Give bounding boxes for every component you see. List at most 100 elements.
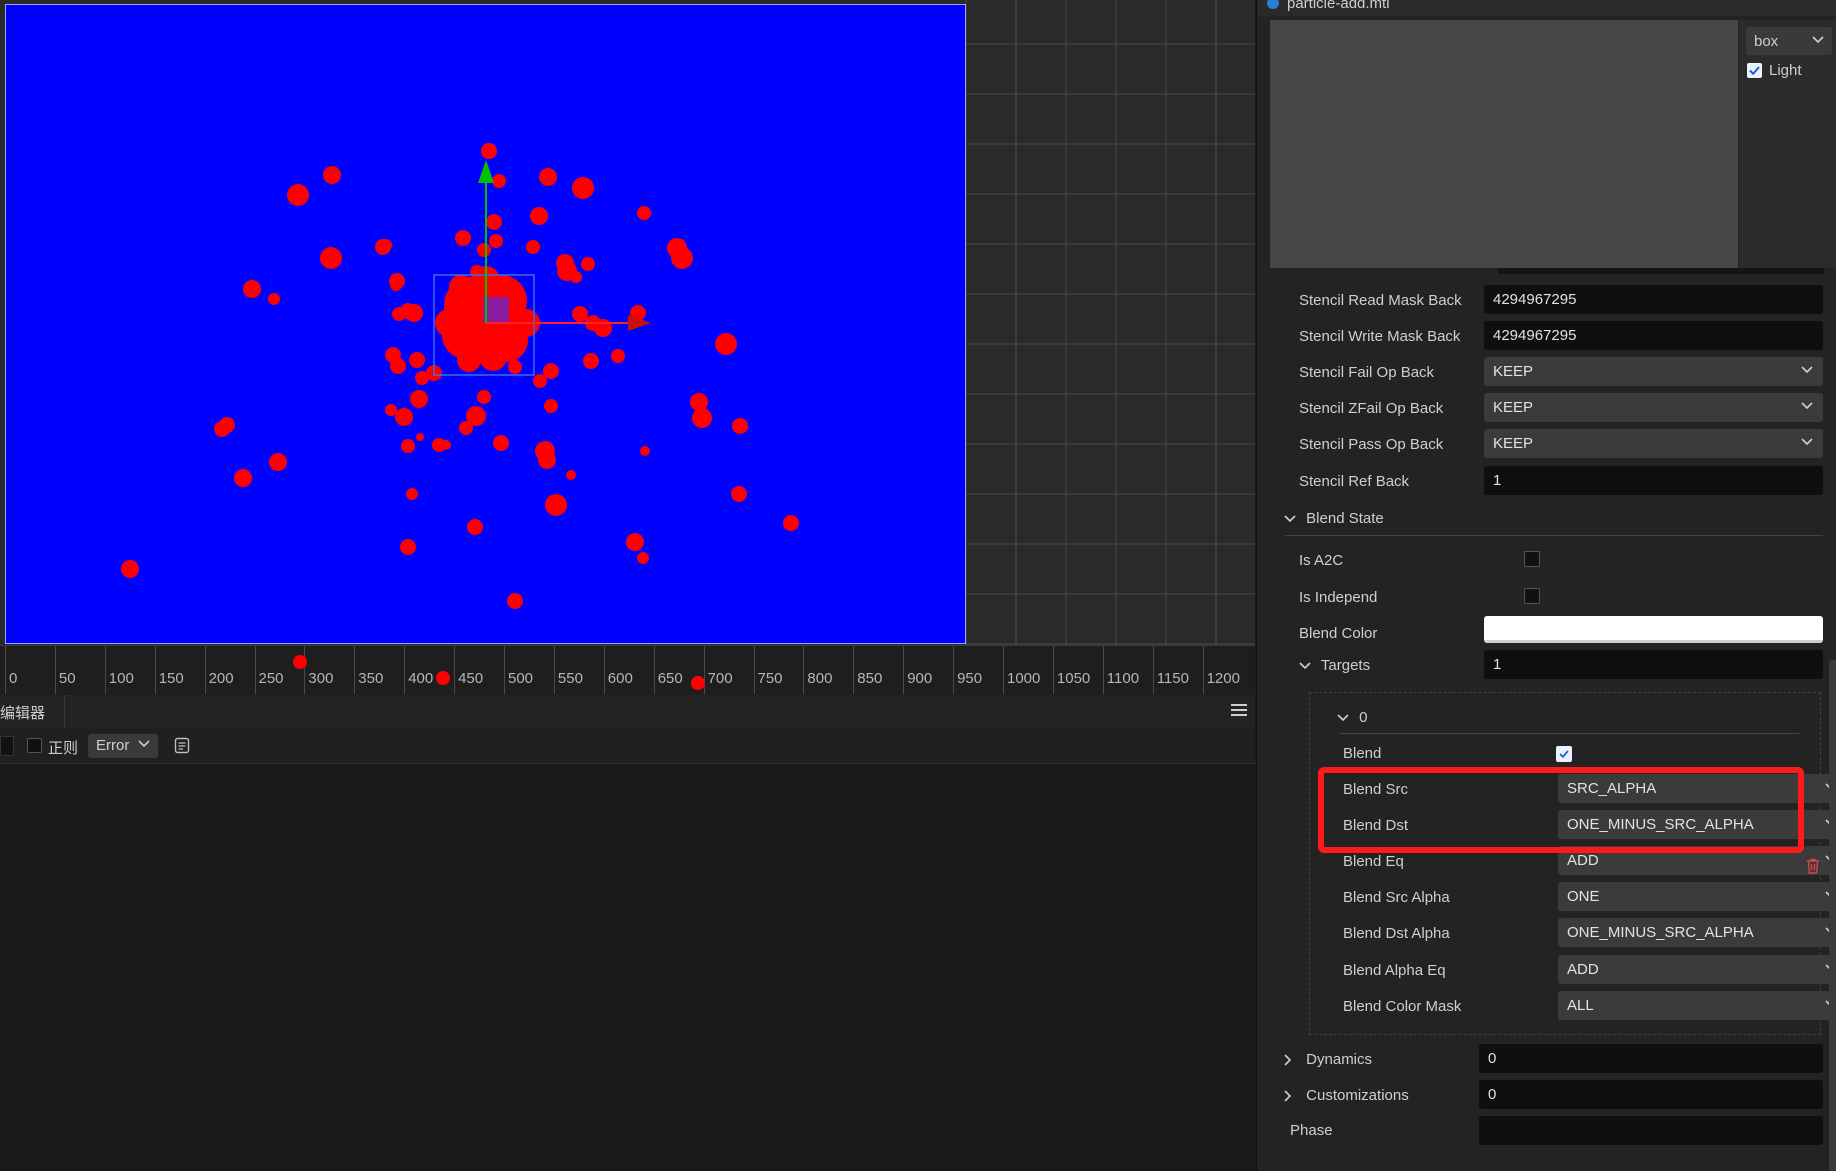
ruler-tick-label: 50	[58, 670, 76, 687]
particle	[406, 488, 418, 500]
particle	[508, 360, 522, 374]
particle	[477, 243, 491, 257]
ruler-tick-label: 1150	[1156, 670, 1189, 687]
target-divider	[1339, 733, 1799, 734]
regex-label: 正则	[48, 740, 79, 757]
stencil-op-select[interactable]: KEEP	[1484, 393, 1823, 422]
inspector-scrollbar[interactable]	[1829, 660, 1836, 1171]
blend-factor-value: ALL	[1567, 997, 1594, 1014]
ruler-tick-label: 300	[308, 670, 334, 687]
particle	[538, 451, 556, 469]
target-0-header[interactable]: 0	[1337, 709, 1368, 726]
targets-count-field[interactable]: 1	[1484, 650, 1823, 679]
blend-color-swatch[interactable]	[1484, 616, 1823, 643]
ruler-tick-label: 200	[208, 670, 234, 687]
stencil-value-field[interactable]: 1	[1484, 466, 1823, 495]
regex-checkbox[interactable]	[27, 738, 42, 753]
stencil-row: Stencil ZFail Op Back KEEP	[1299, 393, 1823, 425]
timeline-ruler[interactable]: 0 50 100 150 200 250 300 350 400 450 500 550 600 650 7…	[0, 645, 1255, 694]
blend-enable-row: Blend	[1343, 738, 1803, 770]
particle-system[interactable]	[6, 5, 967, 645]
customizations-label: Customizations	[1306, 1087, 1409, 1104]
blend-factor-select[interactable]: ADD	[1558, 955, 1836, 984]
customizations-value: 0	[1488, 1086, 1497, 1103]
blend-target-label: Blend Eq	[1343, 853, 1404, 870]
stencil-op-select[interactable]: KEEP	[1484, 429, 1823, 458]
scene-view[interactable]: 0 50 100 150 200 250 300 350 400 450 500 550 600 650 7…	[0, 0, 1255, 694]
gizmo-y-arrow-icon[interactable]	[478, 160, 494, 183]
particle	[467, 519, 483, 535]
blend-factor-select[interactable]: ONE_MINUS_SRC_ALPHA	[1558, 918, 1836, 947]
blend-state-header[interactable]: Blend State	[1284, 510, 1384, 527]
ruler-tick-label: 1200	[1206, 670, 1240, 687]
blend-checkbox[interactable]	[1556, 746, 1572, 762]
ruler-tick	[953, 646, 955, 694]
log-level-select[interactable]: Error	[88, 734, 158, 758]
targets-count-value: 1	[1493, 656, 1502, 673]
preview-options: box Light	[1739, 20, 1836, 268]
highlight-box	[1318, 767, 1804, 853]
is-a2c-checkbox[interactable]	[1524, 551, 1540, 567]
keyframe-marker[interactable]	[691, 676, 705, 690]
particle	[401, 439, 415, 453]
particle	[323, 166, 341, 184]
particle	[543, 363, 559, 379]
dynamics-count-field[interactable]: 0	[1479, 1044, 1823, 1073]
ruler-tick	[853, 646, 855, 694]
stencil-op-select[interactable]: KEEP	[1484, 357, 1823, 386]
ruler-tick-label: 550	[557, 670, 583, 687]
phase-field[interactable]	[1479, 1116, 1823, 1145]
particle	[731, 486, 747, 502]
blend-factor-value: ADD	[1567, 961, 1599, 978]
console-tab-title[interactable]: 编辑器	[0, 702, 45, 723]
particle	[400, 539, 416, 555]
particle	[626, 533, 644, 551]
ruler-tick-label: 600	[607, 670, 633, 687]
dynamics-label: Dynamics	[1306, 1051, 1373, 1068]
is-independ-checkbox[interactable]	[1524, 588, 1540, 604]
blend-color-label: Blend Color	[1299, 625, 1378, 642]
blend-factor-select[interactable]: ALL	[1558, 991, 1836, 1020]
particle	[570, 271, 582, 283]
trash-icon[interactable]	[1806, 858, 1820, 874]
stencil-row-value: 4294967295	[1493, 327, 1577, 344]
customizations-count-field[interactable]: 0	[1479, 1080, 1823, 1109]
ruler-tick	[254, 646, 256, 694]
particle	[390, 358, 406, 374]
console-panel: 编辑器 正则 Error	[0, 695, 1255, 1171]
blend-label: Blend	[1343, 745, 1382, 762]
clear-button[interactable]	[0, 736, 14, 756]
stencil-value-field[interactable]: 4294967295	[1484, 321, 1823, 350]
game-canvas[interactable]	[5, 4, 966, 644]
ruler-tick-label: 750	[757, 670, 783, 687]
blend-factor-select[interactable]: ONE	[1558, 882, 1836, 911]
particle	[459, 421, 473, 435]
light-label: Light	[1769, 62, 1802, 79]
particle	[121, 560, 139, 578]
particle	[611, 349, 625, 363]
keyframe-marker[interactable]	[293, 655, 307, 669]
chevron-down-icon	[1299, 662, 1311, 670]
stencil-value-field[interactable]: 4294967295	[1484, 285, 1823, 314]
ruler-tick-label: 800	[807, 670, 833, 687]
particle	[581, 257, 595, 271]
stencil-row: Stencil Fail Op Back KEEP	[1299, 357, 1823, 389]
particle	[392, 307, 406, 321]
keyframe-marker[interactable]	[436, 671, 450, 685]
preview-mesh-select[interactable]: box	[1746, 27, 1832, 55]
particle	[594, 319, 612, 337]
ruler-tick	[653, 646, 655, 694]
stencil-row: Stencil Write Mask Back 4294967295	[1299, 321, 1823, 353]
document-icon[interactable]	[174, 737, 190, 754]
ruler-tick-label: 250	[258, 670, 284, 687]
particle	[526, 240, 540, 254]
light-checkbox[interactable]	[1747, 63, 1762, 78]
material-preview[interactable]	[1270, 20, 1738, 268]
customizations-header[interactable]: Customizations	[1284, 1087, 1409, 1104]
menu-icon[interactable]	[1229, 701, 1249, 721]
chevron-right-icon	[1284, 1054, 1292, 1066]
targets-header[interactable]: Targets	[1299, 657, 1370, 674]
tab-separator	[64, 695, 65, 728]
blend-target-label: Blend Alpha Eq	[1343, 962, 1446, 979]
dynamics-header[interactable]: Dynamics	[1284, 1051, 1372, 1068]
